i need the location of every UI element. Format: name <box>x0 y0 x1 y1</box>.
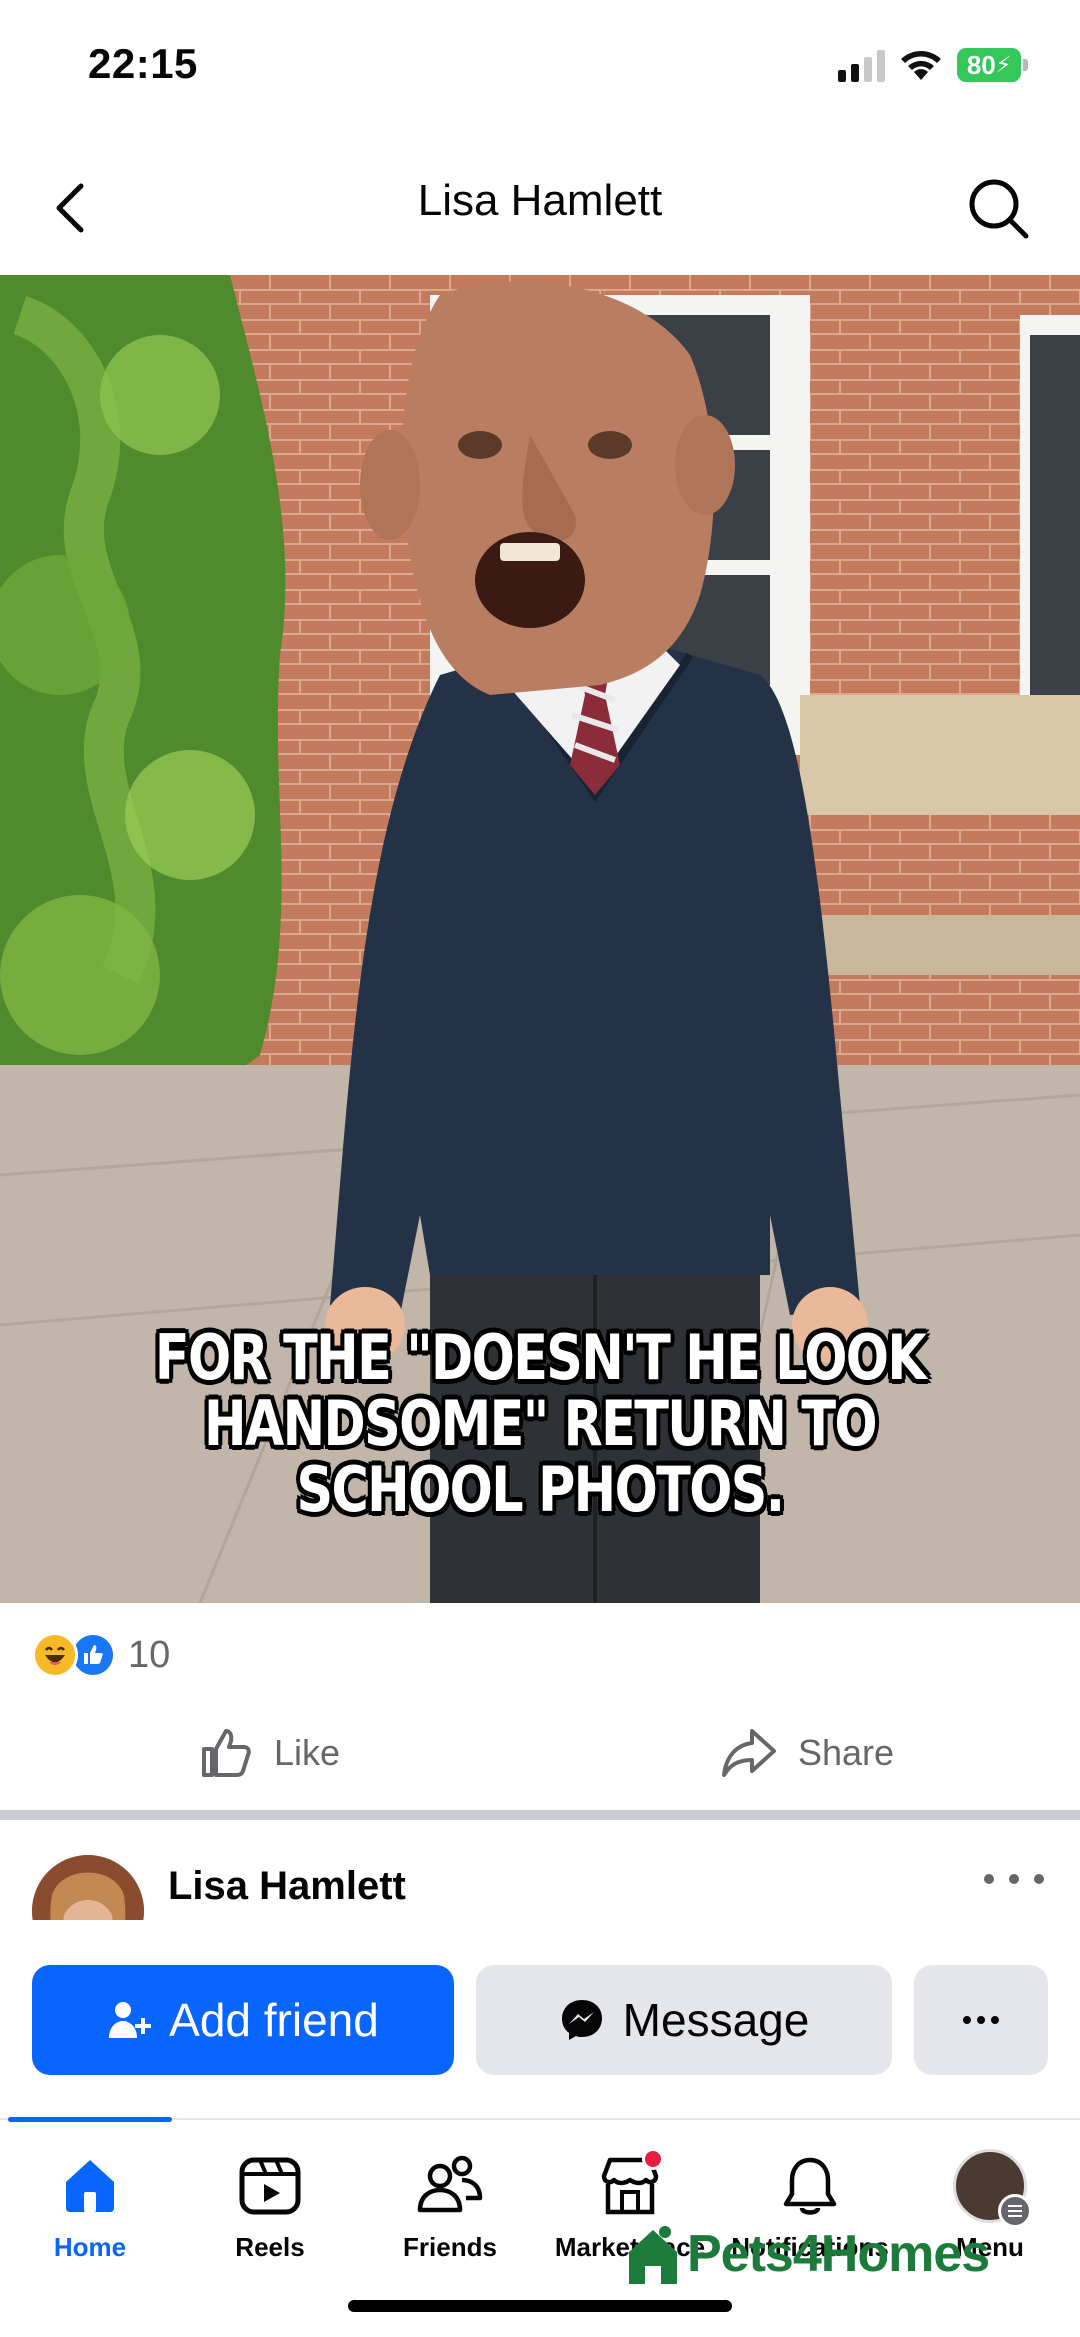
tab-reels-label: Reels <box>235 2232 305 2262</box>
share-button[interactable]: Share <box>720 1725 894 1781</box>
message-button[interactable]: Message <box>476 1965 892 2075</box>
messenger-icon <box>561 2000 602 2040</box>
watermark: Pets4Homes <box>625 2222 990 2286</box>
wifi-icon <box>901 51 941 80</box>
status-icons: 80 ⚡ <box>838 48 1028 82</box>
reaction-count: 10 <box>128 1633 171 1676</box>
more-options-button[interactable] <box>984 1864 1044 1894</box>
friends-icon <box>417 2155 483 2213</box>
search-button[interactable] <box>958 168 1038 248</box>
page-title: Lisa Hamlett <box>417 176 663 225</box>
thumbs-up-icon <box>202 1729 251 1777</box>
profile-actions: Add friend Message <box>32 1965 1048 2075</box>
add-friend-button[interactable]: Add friend <box>32 1965 454 2075</box>
tab-friends-label: Friends <box>403 2232 497 2262</box>
meme-caption-line2: HANDSOME" RETURN TO SCHOOL PHOTOS. <box>204 1387 878 1526</box>
tab-reels[interactable]: Reels <box>180 2148 360 2263</box>
tab-friends[interactable]: Friends <box>360 2148 540 2263</box>
add-friend-icon <box>109 2002 152 2038</box>
profile-header: Lisa Hamlett <box>0 1820 1080 1920</box>
battery-level: 80 <box>966 49 996 80</box>
profile-name[interactable]: Lisa Hamlett <box>168 1864 406 1909</box>
message-label: Message <box>622 1994 810 2046</box>
reels-icon <box>239 2157 301 2215</box>
post-actions: Like Share <box>0 1715 1080 1810</box>
tab-home-label: Home <box>53 2232 127 2262</box>
watermark-text: Pets4Homes <box>687 2225 990 2283</box>
bell-icon <box>783 2157 837 2215</box>
meme-caption: FOR THE "DOESN'T HE LOOK HANDSOME" RETUR… <box>97 1325 983 1523</box>
reactions-summary[interactable]: 10 <box>32 1632 170 1678</box>
post-photo[interactable]: FOR THE "DOESN'T HE LOOK HANDSOME" RETUR… <box>0 275 1080 1603</box>
cellular-signal-icon <box>838 48 885 82</box>
status-time: 22:15 <box>88 40 198 87</box>
more-dots-icon <box>963 2016 999 2024</box>
like-label: Like <box>274 1732 341 1773</box>
notification-badge <box>642 2148 664 2170</box>
battery-charging-icon: 80 ⚡ <box>957 48 1028 82</box>
page-header: Lisa Hamlett <box>0 140 1080 275</box>
avatar[interactable] <box>32 1855 144 1920</box>
tab-home[interactable]: Home <box>0 2148 180 2263</box>
haha-reaction-icon <box>32 1632 78 1678</box>
share-label: Share <box>798 1732 895 1773</box>
meme-caption-line1: FOR THE "DOESN'T HE LOOK <box>154 1321 927 1394</box>
active-tab-indicator <box>8 2117 172 2122</box>
pets4homes-logo-icon <box>629 2226 677 2284</box>
profile-menu-icon <box>953 2149 1032 2228</box>
profile-more-button[interactable] <box>914 1965 1048 2075</box>
home-icon <box>66 2160 114 2212</box>
status-bar: 22:15 80 ⚡ <box>0 0 1080 130</box>
like-button[interactable]: Like <box>198 1725 340 1781</box>
section-divider <box>0 1810 1080 1820</box>
search-icon <box>969 179 1029 239</box>
home-indicator[interactable] <box>348 2300 732 2312</box>
add-friend-label: Add friend <box>169 1994 379 2046</box>
share-arrow-icon <box>722 1729 776 1777</box>
